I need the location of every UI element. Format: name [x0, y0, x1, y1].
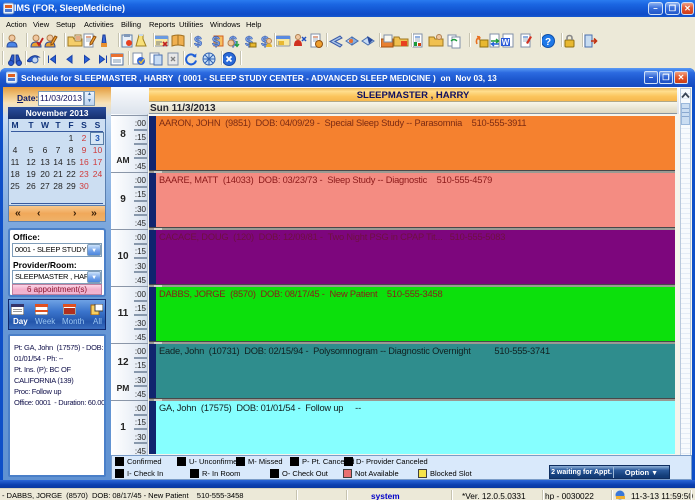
- svg-text:W: W: [502, 38, 510, 47]
- svg-text:$: $: [212, 33, 220, 49]
- svg-text:$: $: [194, 33, 202, 49]
- svg-text:?: ?: [545, 37, 551, 48]
